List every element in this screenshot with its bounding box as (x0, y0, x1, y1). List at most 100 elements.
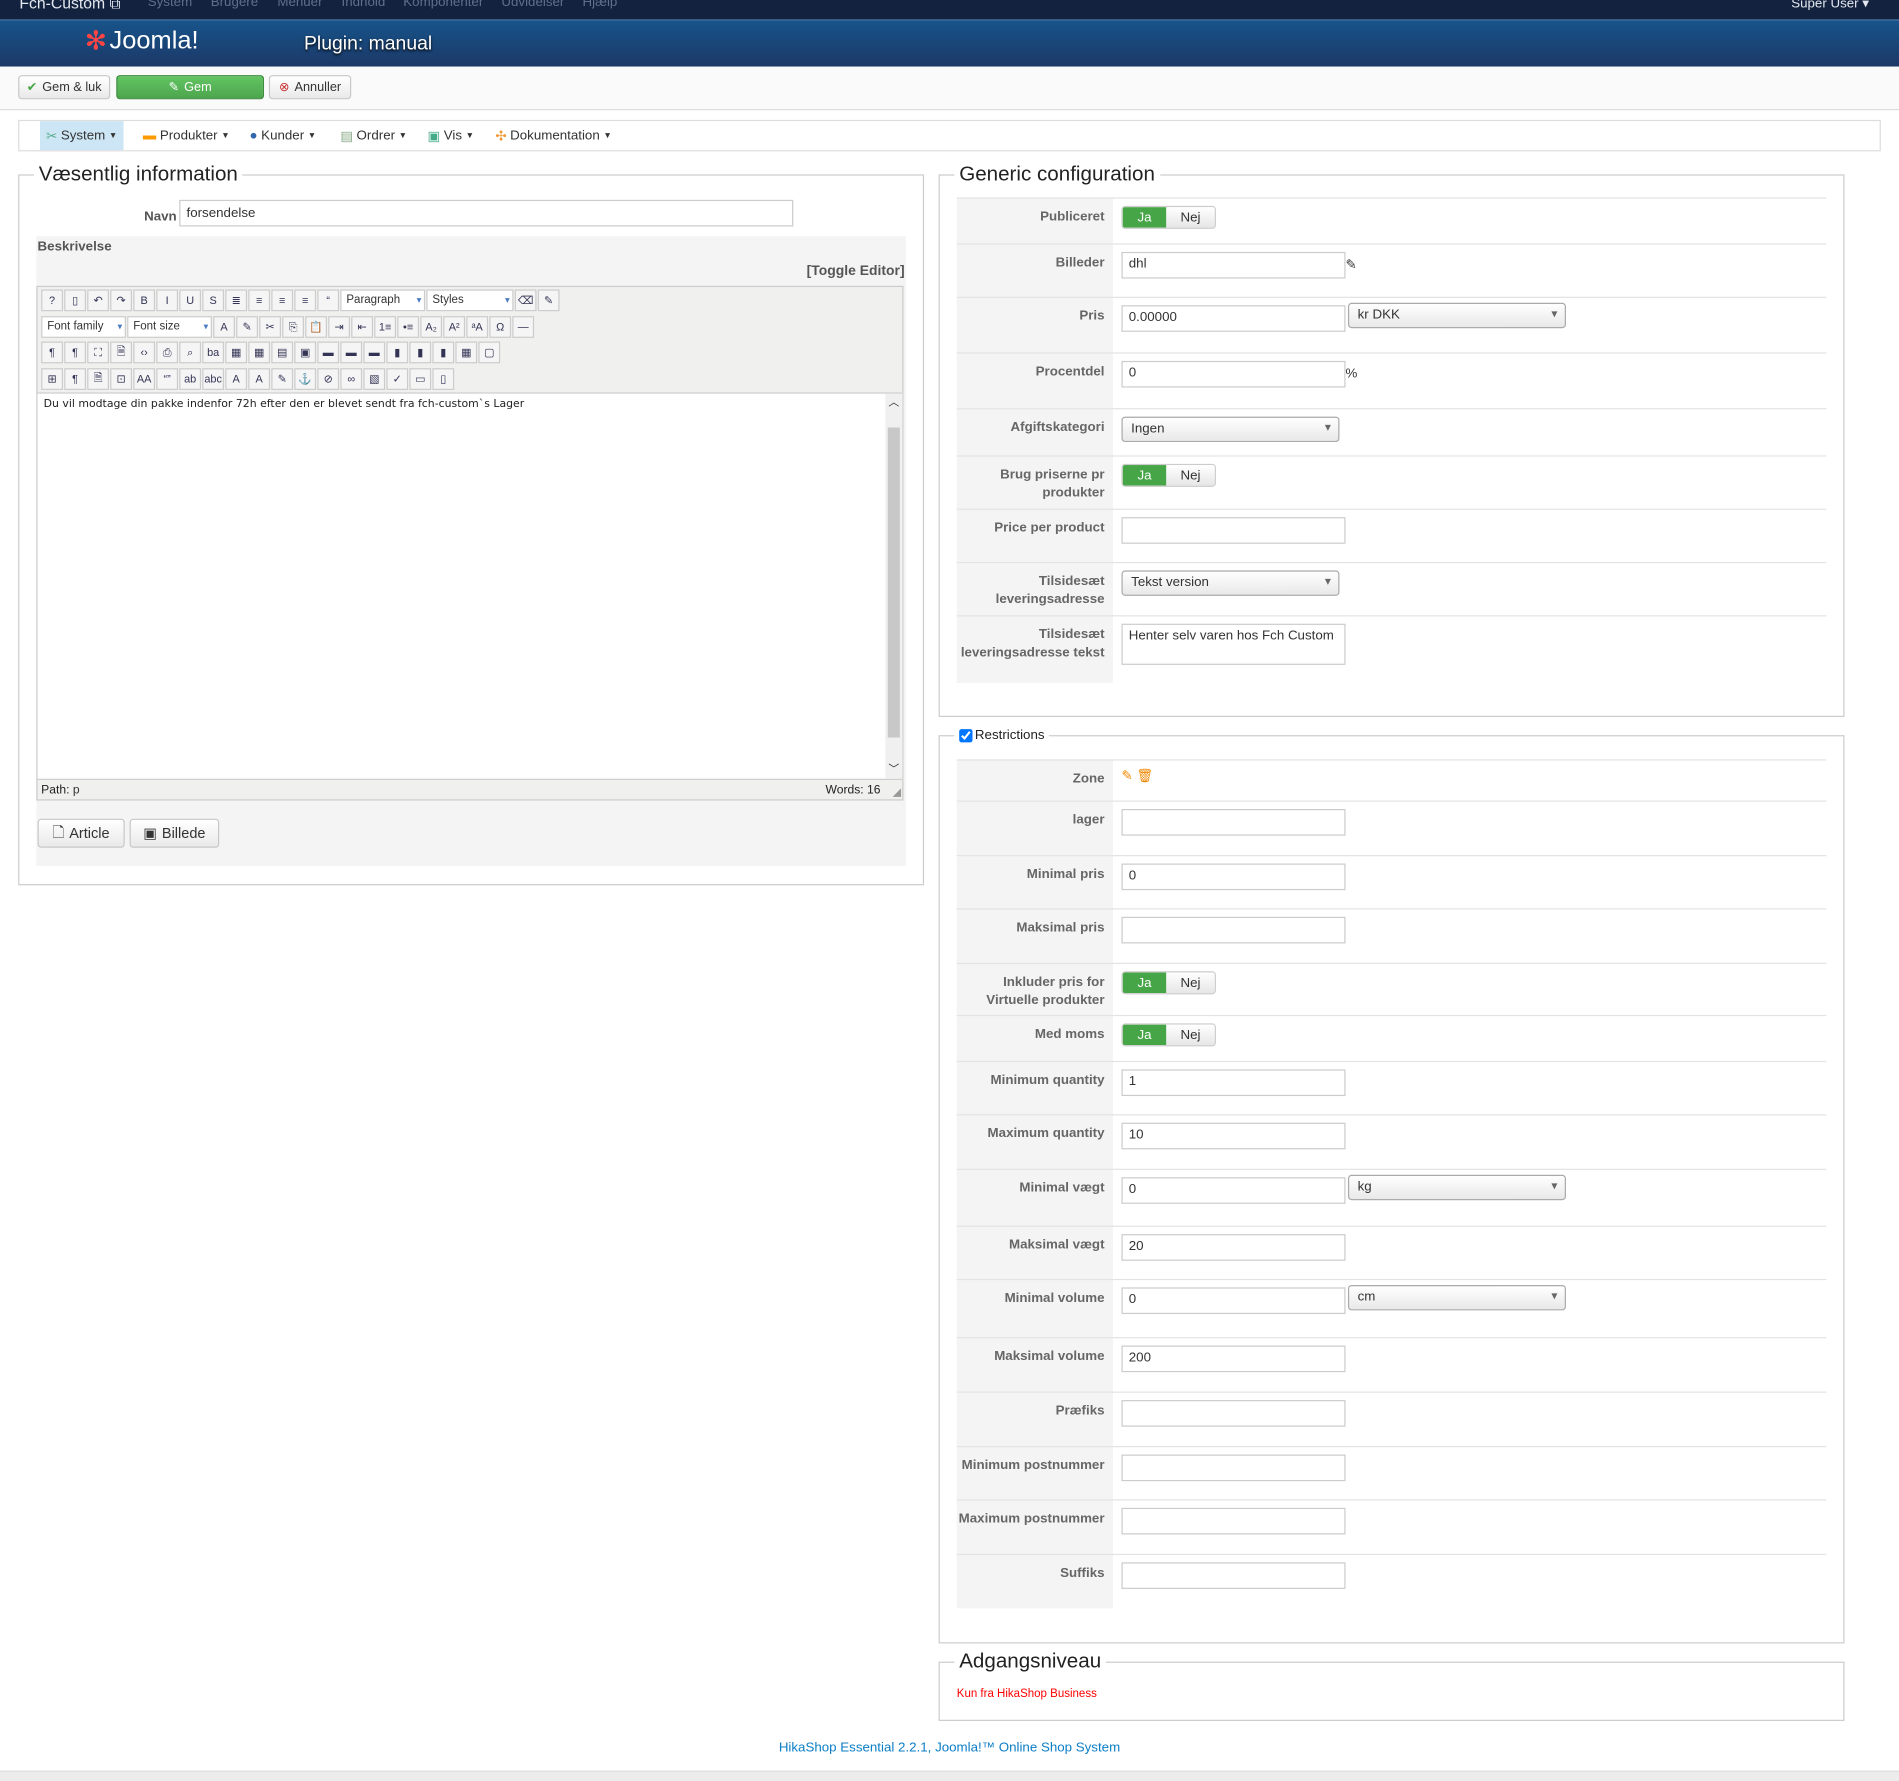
menu-brugere[interactable]: Brugere (211, 0, 258, 10)
blockquote-icon[interactable]: “ (317, 289, 340, 312)
image-insert-icon[interactable]: ▧ (363, 368, 386, 390)
replace-icon[interactable]: ba (202, 341, 225, 364)
editor-scrollbar[interactable]: ︿ ﹀ (885, 393, 903, 779)
maksimal-pris-input[interactable] (1121, 916, 1346, 944)
restrictions-checkbox[interactable] (959, 728, 973, 742)
undo-icon[interactable]: ↶ (87, 289, 109, 312)
highlight-icon[interactable]: ✎ (236, 316, 258, 338)
abbr-icon[interactable]: ab (179, 368, 202, 390)
insert-col-after-icon[interactable]: ▮ (409, 341, 432, 364)
layer-icon[interactable]: ▯ (432, 368, 455, 390)
italic-icon[interactable]: I (156, 289, 179, 312)
pris-input[interactable]: 0.00000 (1121, 305, 1346, 332)
outdent-icon[interactable]: ⇤ (351, 316, 374, 338)
tilsidesaet-leveringsadresse-tekst-textarea[interactable]: Henter selv varen hos Fch Custom (1121, 623, 1346, 665)
row-props-icon[interactable]: ▤ (271, 341, 294, 364)
cite-icon[interactable]: “” (156, 368, 179, 390)
minimal-volume-unit-select[interactable]: cm (1347, 1284, 1566, 1310)
brug-priserne-pr-produkter-toggle[interactable]: Ja Nej (1121, 463, 1216, 487)
menu-udvidelser[interactable]: Udvidelser (501, 0, 564, 10)
tilsidesaet-leveringsadresse-select[interactable]: Tekst version (1121, 570, 1340, 596)
subscript-icon[interactable]: A₂ (420, 316, 443, 338)
editor-text[interactable]: Du vil modtage din pakke indenfor 72h ef… (38, 394, 903, 416)
praefiks-input[interactable] (1121, 1400, 1346, 1427)
toggle-yes[interactable]: Ja (1122, 972, 1167, 994)
save-close-button[interactable]: ✔ Gem & luk (18, 75, 111, 100)
menu-menuer[interactable]: Menuer (277, 0, 322, 10)
split-cells-icon[interactable]: ▦ (455, 341, 478, 364)
ins-icon[interactable]: A (248, 368, 271, 390)
minimal-pris-input[interactable]: 0 (1121, 863, 1346, 891)
hr-icon[interactable]: — (512, 316, 535, 338)
hika-menu-vis[interactable]: ▣ Vis ▼ (421, 121, 480, 150)
minimum-quantity-input[interactable]: 1 (1121, 1069, 1346, 1097)
underline-icon[interactable]: U (179, 289, 202, 312)
indent-icon[interactable]: ⇥ (328, 316, 351, 338)
justify-icon[interactable]: ≣ (225, 289, 248, 312)
align-right-icon[interactable]: ≡ (294, 289, 317, 312)
styles-select[interactable]: Styles (426, 289, 514, 312)
toggle-editor-link[interactable]: [Toggle Editor] (807, 264, 905, 279)
align-left-icon[interactable]: ≡ (271, 289, 294, 312)
edit-icon[interactable]: ✎ (1346, 258, 1357, 273)
bold-icon[interactable]: B (133, 289, 156, 312)
resize-handle[interactable]: ◢ (893, 786, 901, 799)
toggle-no[interactable]: Nej (1166, 1024, 1215, 1046)
delete-col-icon[interactable]: ▮ (432, 341, 455, 364)
delete-table-icon[interactable]: ▦ (248, 341, 271, 364)
cell-props-icon[interactable]: ▣ (294, 341, 317, 364)
del-icon[interactable]: A (225, 368, 248, 390)
bullet-list-icon[interactable]: •≡ (397, 316, 420, 338)
minimal-vaegt-input[interactable]: 0 (1121, 1177, 1346, 1204)
hika-menu-ordrer[interactable]: ▤ Ordrer ▼ (334, 121, 413, 150)
spellcheck-icon[interactable]: ✓ (386, 368, 409, 390)
name-input[interactable] (179, 199, 794, 227)
image-button[interactable]: ▣ Billede (129, 818, 220, 848)
editor-content[interactable]: Du vil modtage din pakke indenfor 72h ef… (37, 392, 903, 780)
insert-row-after-icon[interactable]: ▬ (340, 341, 363, 364)
toggle-no[interactable]: Nej (1166, 972, 1215, 994)
help-icon[interactable]: ? (41, 289, 63, 312)
preview-icon[interactable]: 🗎 (110, 341, 133, 364)
attribs-icon[interactable]: ✎ (271, 368, 294, 390)
inkluder-pris-for-virtuelle-produkter-toggle[interactable]: Ja Nej (1121, 971, 1216, 995)
maksimal-vaegt-input[interactable]: 20 (1121, 1234, 1346, 1261)
toggle-no[interactable]: Nej (1166, 465, 1215, 486)
insert-row-before-icon[interactable]: ▬ (317, 341, 340, 364)
ltr-icon[interactable]: ¶ (41, 341, 63, 364)
fullscreen-icon[interactable]: ⛶ (87, 341, 109, 364)
menu-hjaelp[interactable]: Hjælp (583, 0, 618, 10)
menu-indhold[interactable]: Indhold (342, 0, 386, 10)
anchor-icon[interactable]: ⚓ (294, 368, 317, 390)
superscript-icon[interactable]: A² (443, 316, 466, 338)
font-family-select[interactable]: Font family (41, 316, 126, 338)
hika-menu-kunder[interactable]: ● Kunder ▼ (243, 121, 322, 150)
menu-system[interactable]: System (148, 0, 192, 10)
hika-menu-dokumentation[interactable]: ✣ Dokumentation ▼ (489, 121, 618, 150)
styles-icon[interactable]: AA (133, 368, 156, 390)
minimum-postnummer-input[interactable] (1121, 1454, 1346, 1482)
suffiks-input[interactable] (1121, 1562, 1346, 1589)
maksimal-volume-input[interactable]: 200 (1121, 1345, 1346, 1373)
toggle-no[interactable]: Nej (1166, 207, 1215, 228)
strikethrough-icon[interactable]: S (202, 289, 225, 312)
media-icon[interactable]: ▭ (409, 368, 432, 390)
insert-col-before-icon[interactable]: ▮ (386, 341, 409, 364)
unlink-icon[interactable]: ⊘ (317, 368, 340, 390)
publiceret-toggle[interactable]: Ja Nej (1121, 205, 1216, 229)
delete-zone-icon[interactable]: 🗑 (1136, 769, 1153, 784)
site-link[interactable]: Fch-Custom ⧉ (19, 0, 120, 13)
footer-link[interactable]: HikaShop Essential 2.2.1, Joomla!™ Onlin… (0, 1740, 1899, 1755)
paragraph-select[interactable]: Paragraph (340, 289, 426, 312)
visual-aid-icon[interactable]: ⊞ (41, 368, 63, 390)
omega-icon[interactable]: Ω (489, 316, 512, 338)
maximum-quantity-input[interactable]: 10 (1121, 1122, 1346, 1150)
table-icon[interactable]: ▦ (225, 341, 248, 364)
user-menu[interactable]: Super User ▾ (1791, 0, 1869, 11)
afgiftskategori-select[interactable]: Ingen (1121, 416, 1340, 443)
merge-cells-icon[interactable]: ▢ (478, 341, 501, 364)
align-center-icon[interactable]: ≡ (248, 289, 271, 312)
eraser-icon[interactable]: ⌫ (514, 289, 537, 312)
delete-row-icon[interactable]: ▬ (363, 341, 386, 364)
acronym-icon[interactable]: abc (202, 368, 225, 390)
